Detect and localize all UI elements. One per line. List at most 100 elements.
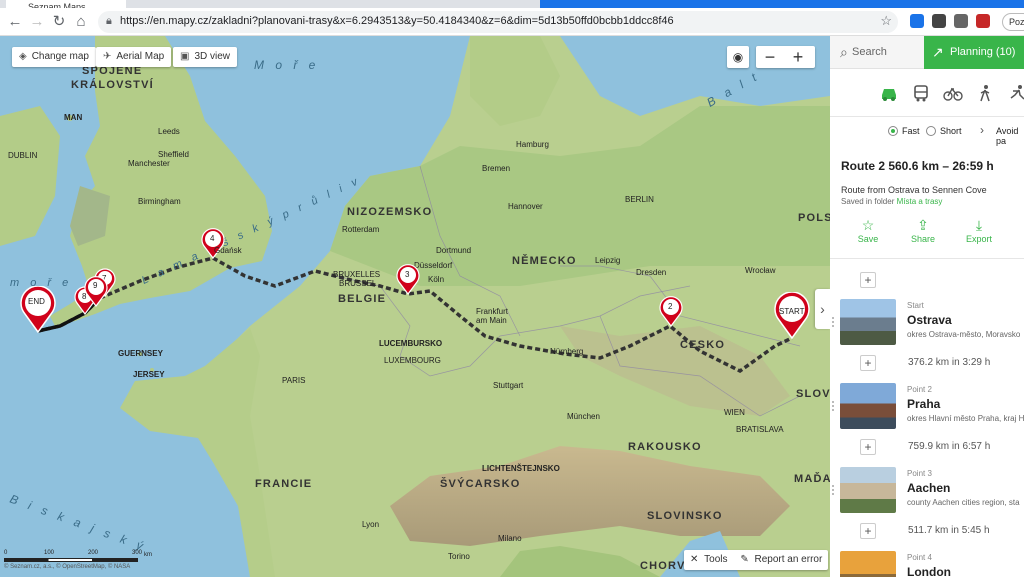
- route-pin-end[interactable]: [19, 286, 57, 334]
- map-canvas[interactable]: SPOJENÉ KRÁLOVSTVÍ NIZOZEMSKO NĚMECKO BE…: [0, 36, 830, 577]
- change-map-button[interactable]: ◈ Change map: [12, 47, 96, 67]
- country-label: NĚMECKO: [512, 255, 577, 267]
- chevron-right-icon: ›: [980, 123, 984, 137]
- city-label: PARIS: [282, 376, 306, 385]
- city-label: Dresden: [636, 268, 667, 277]
- sea-label: M o ř e: [254, 58, 320, 72]
- tab-planning[interactable]: ↗ Planning (10): [924, 36, 1024, 69]
- car-icon[interactable]: [879, 84, 899, 102]
- tab-search[interactable]: ⌕ Search: [830, 36, 924, 69]
- route-title: Route 2 560.6 km – 26:59 h: [841, 159, 994, 173]
- extension-icon[interactable]: [910, 14, 924, 28]
- add-waypoint-button[interactable]: +: [860, 355, 876, 371]
- 3d-view-button[interactable]: ▣ 3D view: [173, 47, 238, 67]
- save-button[interactable]: ☆ Save: [848, 216, 888, 244]
- report-error-button[interactable]: Report an error: [754, 554, 822, 565]
- waypoint-name: London: [907, 565, 951, 577]
- city-label: BRUXELLES: [333, 270, 381, 279]
- waypoint-item[interactable]: Start Ostrava okres Ostrava-město, Morav…: [840, 299, 1024, 347]
- map-scale: 0 100 200 300 km © Seznam.cz, a.s., © Op…: [4, 550, 152, 570]
- save-label: Save: [857, 234, 879, 244]
- 3d-view-label: 3D view: [194, 51, 231, 62]
- address-bar[interactable]: 🔒︎ https://en.mapy.cz/zakladni?planovani…: [98, 11, 898, 33]
- route-pin-9-label: 9: [93, 281, 98, 290]
- country-label: SLOVE: [796, 388, 830, 400]
- walk-icon[interactable]: [975, 84, 995, 102]
- waypoint-item[interactable]: Point 2 Praha okres Hlavní město Praha, …: [840, 383, 1024, 431]
- scale-tick: 200: [88, 550, 99, 556]
- browser-toolbar: ← → ↻ ⌂ 🔒︎ https://en.mapy.cz/zakladni?p…: [0, 8, 1024, 36]
- profile-button[interactable]: Poz: [1002, 13, 1024, 31]
- export-button[interactable]: ⤓ Export: [959, 216, 999, 244]
- city-label: Milano: [498, 534, 522, 543]
- add-waypoint-button[interactable]: +: [860, 439, 876, 455]
- route-pin-3[interactable]: [396, 264, 420, 296]
- bookmark-star-icon[interactable]: ☆: [880, 13, 892, 29]
- add-waypoint-button[interactable]: +: [860, 272, 876, 288]
- share-button[interactable]: ⇪ Share: [903, 216, 943, 244]
- extension-icon[interactable]: [976, 14, 990, 28]
- city-label: Frankfurt am Main: [476, 307, 509, 325]
- route-subtitle: Route from Ostrava to Sennen Cove: [841, 185, 987, 195]
- route-pin-3-label: 3: [405, 270, 410, 279]
- aerial-map-button[interactable]: ✈ Aerial Map: [96, 47, 172, 67]
- avoid-button[interactable]: Avoid pa: [996, 126, 1024, 146]
- fast-label: Fast: [902, 126, 920, 136]
- cube-icon: ▣: [180, 51, 190, 62]
- back-icon[interactable]: ←: [6, 13, 24, 31]
- waypoint-item[interactable]: Point 3 Aachen county Aachen cities regi…: [840, 467, 1024, 515]
- lock-icon: 🔒︎: [106, 15, 112, 27]
- city-label: Lyon: [362, 520, 380, 529]
- drag-handle-icon[interactable]: [832, 401, 836, 411]
- waypoint-name: Ostrava: [907, 313, 952, 327]
- transport-modes: [830, 69, 1024, 117]
- city-label: JERSEY: [133, 370, 165, 379]
- route-pin-2[interactable]: [659, 296, 683, 328]
- reload-icon[interactable]: ↻: [50, 13, 68, 31]
- share-label: Share: [910, 234, 936, 244]
- home-icon[interactable]: ⌂: [72, 13, 90, 31]
- pencil-icon: ✎: [740, 554, 749, 565]
- map-attribution: © Seznam.cz, a.s., © OpenStreetMap, © NA…: [4, 564, 131, 570]
- waypoint-item[interactable]: Point 4 London: [840, 551, 1024, 577]
- city-label: Torino: [448, 552, 470, 561]
- saved-prefix: Saved in folder: [841, 197, 895, 206]
- fast-radio[interactable]: [888, 126, 898, 136]
- plane-icon: ✈: [103, 51, 112, 62]
- add-waypoint-button[interactable]: +: [860, 523, 876, 539]
- city-label: BERLIN: [625, 195, 654, 204]
- drag-handle-icon[interactable]: [832, 485, 836, 495]
- zoom-controls: − +: [756, 46, 815, 68]
- extension-icon[interactable]: [932, 14, 946, 28]
- country-label: POLS: [798, 212, 830, 224]
- bus-icon[interactable]: [911, 84, 931, 102]
- route-pin-start[interactable]: [773, 292, 811, 340]
- route-pin-4[interactable]: [201, 228, 225, 260]
- run-icon[interactable]: [1007, 84, 1024, 102]
- browser-tab[interactable]: Route details - Seznam Maps: [6, 0, 126, 8]
- change-map-label: Change map: [31, 51, 89, 62]
- collapse-panel-button[interactable]: ›: [815, 289, 830, 329]
- country-label: SLOVINSKO: [647, 510, 723, 522]
- folder-link[interactable]: Místa a trasy: [897, 197, 943, 206]
- country-label: LICHTENŠTEJNSKO: [482, 464, 560, 473]
- extension-icon[interactable]: [954, 14, 968, 28]
- short-radio[interactable]: [926, 126, 936, 136]
- drag-handle-icon[interactable]: [832, 317, 836, 327]
- city-label: BRUSSEL: [339, 279, 377, 288]
- bicycle-icon[interactable]: [943, 84, 963, 102]
- waypoint-region: okres Ostrava-město, Moravsko: [907, 330, 1021, 339]
- city-label: Gdańsk: [214, 246, 242, 255]
- zoom-in-button[interactable]: +: [784, 46, 812, 68]
- country-label: ŠVÝCARSKO: [440, 478, 521, 490]
- city-label: GUERNSEY: [118, 349, 163, 358]
- route-folder: Saved in folder Místa a trasy: [841, 197, 942, 206]
- tab-search-label: Search: [852, 46, 887, 58]
- forward-icon[interactable]: →: [28, 13, 46, 31]
- route-pin-4-label: 4: [210, 234, 215, 243]
- city-label: Bremen: [482, 164, 511, 173]
- tools-button[interactable]: Tools: [704, 554, 727, 565]
- zoom-out-button[interactable]: −: [756, 46, 784, 68]
- city-label: München: [567, 412, 600, 421]
- locate-button[interactable]: ◉: [727, 46, 749, 68]
